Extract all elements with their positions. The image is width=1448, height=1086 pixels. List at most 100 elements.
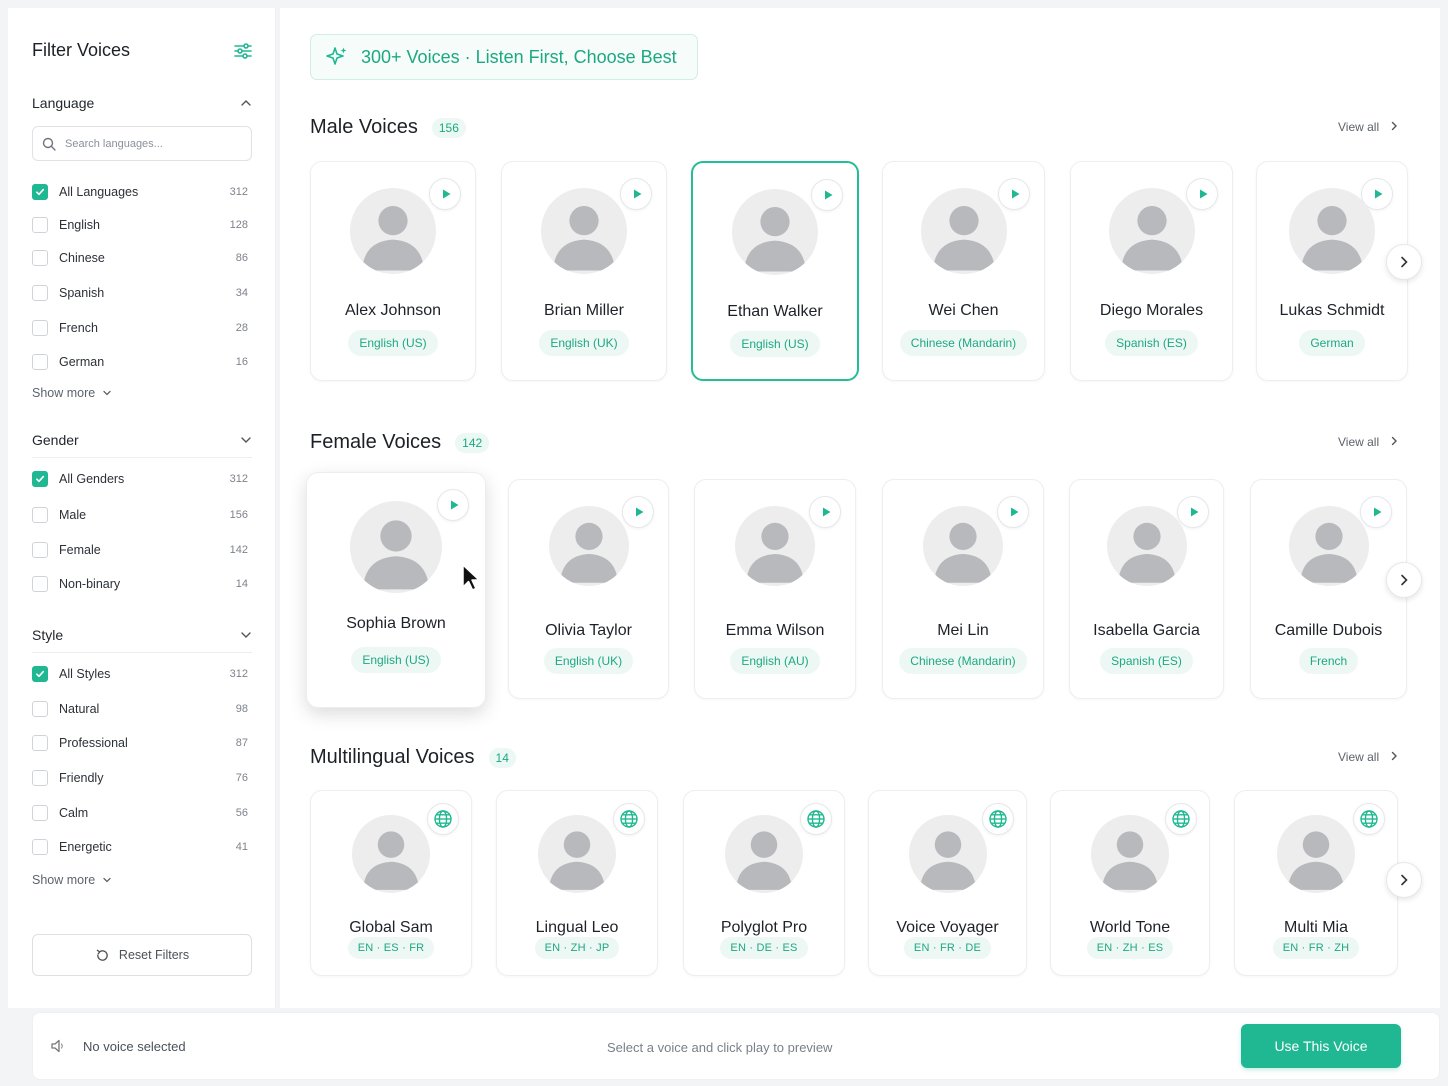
checkbox[interactable] <box>32 701 48 717</box>
checkbox[interactable] <box>32 471 48 487</box>
checkbox[interactable] <box>32 839 48 855</box>
language-option[interactable]: French 28 <box>32 318 248 338</box>
checkbox[interactable] <box>32 576 48 592</box>
style-option[interactable]: Calm 56 <box>32 803 248 823</box>
language-search-box[interactable] <box>32 126 252 161</box>
voice-card[interactable]: Olivia Taylor English (UK) <box>508 479 669 699</box>
voice-card[interactable]: Diego Morales Spanish (ES) <box>1070 161 1233 381</box>
voice-card[interactable]: Sophia Brown English (US) <box>306 472 486 708</box>
gender-option[interactable]: Male 156 <box>32 505 248 525</box>
language-option[interactable]: All Languages 312 <box>32 182 248 202</box>
play-preview-button[interactable] <box>811 179 843 211</box>
banner-text: 300+ Voices · Listen First, Choose Best <box>361 46 677 67</box>
language-show-more[interactable]: Show more <box>32 386 112 400</box>
voice-name: Wei Chen <box>928 302 999 319</box>
gender-option[interactable]: All Genders 312 <box>32 469 248 489</box>
checkbox[interactable] <box>32 666 48 682</box>
language-tag: EN · ZH · JP <box>534 937 620 959</box>
languages-button[interactable] <box>1165 803 1197 835</box>
languages-button[interactable] <box>982 803 1014 835</box>
chevron-down-icon <box>103 877 111 883</box>
voice-card[interactable]: Lukas Schmidt German <box>1256 161 1408 381</box>
play-preview-button[interactable] <box>998 178 1030 210</box>
languages-button[interactable] <box>1353 803 1385 835</box>
play-preview-button[interactable] <box>622 496 654 528</box>
voice-card[interactable]: Alex Johnson English (US) <box>310 161 476 381</box>
checkbox[interactable] <box>32 805 48 821</box>
style-option[interactable]: All Styles 312 <box>32 664 248 684</box>
female-view-all-link[interactable]: View all <box>1338 435 1399 449</box>
language-option[interactable]: English 128 <box>32 215 248 235</box>
checkbox[interactable] <box>32 217 48 233</box>
checkbox[interactable] <box>32 354 48 370</box>
avatar <box>735 506 815 586</box>
gender-option[interactable]: Female 142 <box>32 540 248 560</box>
languages-button[interactable] <box>613 803 645 835</box>
languages-button[interactable] <box>427 803 459 835</box>
checkbox[interactable] <box>32 542 48 558</box>
language-tag: German <box>1299 330 1365 356</box>
language-search-input[interactable] <box>65 137 235 150</box>
play-preview-button[interactable] <box>1360 496 1392 528</box>
voice-card[interactable]: Voice Voyager EN · FR · DE <box>868 790 1027 976</box>
multi-view-all-link[interactable]: View all <box>1338 750 1399 764</box>
play-preview-button[interactable] <box>620 178 652 210</box>
play-preview-button[interactable] <box>429 178 461 210</box>
play-preview-button[interactable] <box>1177 496 1209 528</box>
avatar <box>1289 188 1375 274</box>
voice-card[interactable]: Wei Chen Chinese (Mandarin) <box>882 161 1045 381</box>
voice-card[interactable]: World Tone EN · ZH · ES <box>1050 790 1210 976</box>
checkbox[interactable] <box>32 770 48 786</box>
voice-card[interactable]: Global Sam EN · ES · FR <box>310 790 472 976</box>
option-label: Natural <box>59 702 100 716</box>
checkbox[interactable] <box>32 735 48 751</box>
language-tag: English (US) <box>348 330 438 356</box>
language-section-header[interactable]: Language <box>32 92 252 114</box>
style-show-more[interactable]: Show more <box>32 873 112 887</box>
voice-card[interactable]: Polyglot Pro EN · DE · ES <box>683 790 845 976</box>
style-option[interactable]: Natural 98 <box>32 699 248 719</box>
style-option[interactable]: Energetic 41 <box>32 837 248 857</box>
language-option[interactable]: Chinese 86 <box>32 248 248 268</box>
female-next-button[interactable] <box>1386 562 1422 598</box>
option-label: All Styles <box>59 667 111 681</box>
male-view-all-link[interactable]: View all <box>1338 120 1399 134</box>
languages-button[interactable] <box>800 803 832 835</box>
checkbox[interactable] <box>32 184 48 200</box>
use-this-voice-button[interactable]: Use This Voice <box>1241 1024 1401 1068</box>
voice-card[interactable]: Mei Lin Chinese (Mandarin) <box>882 479 1044 699</box>
gender-option[interactable]: Non-binary 14 <box>32 574 248 594</box>
option-count: 34 <box>235 287 248 299</box>
sliders-icon[interactable] <box>233 41 253 61</box>
gender-section-header[interactable]: Gender <box>32 429 252 451</box>
style-section-header[interactable]: Style <box>32 624 252 646</box>
play-preview-button[interactable] <box>437 489 469 521</box>
style-option[interactable]: Professional 87 <box>32 733 248 753</box>
language-option[interactable]: German 16 <box>32 352 248 372</box>
checkbox[interactable] <box>32 507 48 523</box>
multi-next-button[interactable] <box>1386 862 1422 898</box>
voice-card[interactable]: Ethan Walker English (US) <box>691 161 859 381</box>
reset-label: Reset Filters <box>118 948 190 962</box>
voice-card[interactable]: Brian Miller English (UK) <box>501 161 667 381</box>
style-option[interactable]: Friendly 76 <box>32 768 248 788</box>
voice-card[interactable]: Emma Wilson English (AU) <box>694 479 856 699</box>
voice-card[interactable]: Camille Dubois French <box>1250 479 1407 699</box>
filter-sidebar: Filter Voices Language All Languages 312 E… <box>8 8 276 1008</box>
language-tag: EN · FR · DE <box>903 937 992 959</box>
voice-card[interactable]: Isabella Garcia Spanish (ES) <box>1069 479 1224 699</box>
play-preview-button[interactable] <box>997 496 1029 528</box>
voice-name: Polyglot Pro <box>720 919 808 936</box>
reset-filters-button[interactable]: Reset Filters <box>32 934 252 976</box>
male-next-button[interactable] <box>1386 244 1422 280</box>
language-tag: French <box>1298 648 1359 674</box>
voice-card[interactable]: Multi Mia EN · FR · ZH <box>1234 790 1398 976</box>
voice-card[interactable]: Lingual Leo EN · ZH · JP <box>496 790 658 976</box>
play-preview-button[interactable] <box>1186 178 1218 210</box>
option-count: 86 <box>235 252 248 264</box>
language-option[interactable]: Spanish 34 <box>32 283 248 303</box>
checkbox[interactable] <box>32 250 48 266</box>
checkbox[interactable] <box>32 320 48 336</box>
checkbox[interactable] <box>32 285 48 301</box>
play-preview-button[interactable] <box>809 496 841 528</box>
